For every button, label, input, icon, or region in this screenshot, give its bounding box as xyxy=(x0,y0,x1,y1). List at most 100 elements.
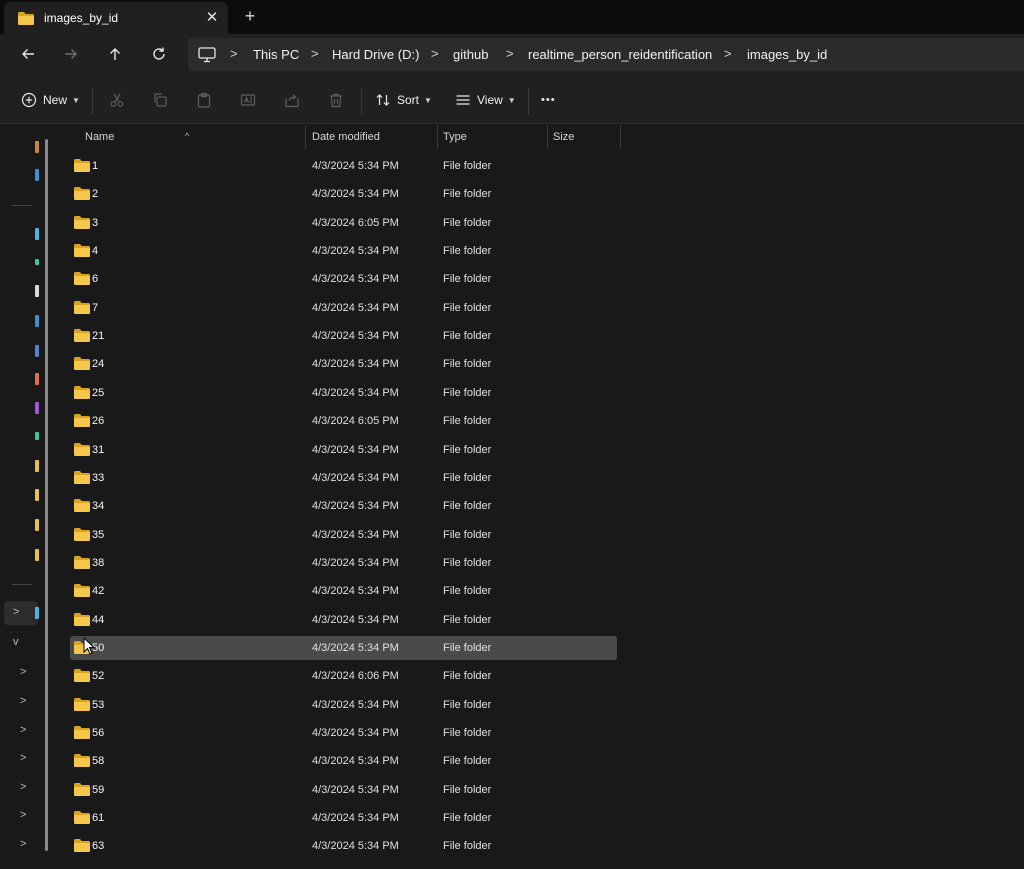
breadcrumb-realtime-person-reidentification[interactable]: realtime_person_reidentification xyxy=(528,47,712,62)
mouse-cursor-icon xyxy=(83,637,95,655)
chevron-right-icon[interactable]: > xyxy=(20,666,26,678)
quick-access-icon[interactable] xyxy=(35,228,39,240)
file-type: File folder xyxy=(443,500,492,513)
quick-access-icon[interactable] xyxy=(35,315,39,327)
breadcrumb-images-by-id[interactable]: images_by_id xyxy=(747,47,827,62)
back-button[interactable] xyxy=(15,42,41,66)
new-button[interactable]: New ▼ xyxy=(21,89,80,111)
file-date-modified: 4/3/2024 5:34 PM xyxy=(312,330,399,343)
column-divider[interactable] xyxy=(620,125,621,149)
column-header-type[interactable]: Type xyxy=(438,125,547,149)
file-name: 24 xyxy=(92,358,105,371)
file-date-modified: 4/3/2024 5:34 PM xyxy=(312,812,399,825)
file-row[interactable]: 58 4/3/2024 5:34 PM File folder xyxy=(70,749,617,773)
chevron-right-icon[interactable]: > xyxy=(20,695,26,707)
file-row[interactable]: 1 4/3/2024 5:34 PM File folder xyxy=(70,154,617,178)
file-date-modified: 4/3/2024 5:34 PM xyxy=(312,613,399,626)
file-date-modified: 4/3/2024 5:34 PM xyxy=(312,301,399,314)
file-row[interactable]: 61 4/3/2024 5:34 PM File folder xyxy=(70,806,617,830)
new-tab-button[interactable]: + xyxy=(240,6,260,26)
file-row[interactable]: 2 4/3/2024 5:34 PM File folder xyxy=(70,182,617,206)
column-header-date[interactable]: Date modified xyxy=(306,125,437,149)
more-options-button[interactable]: ••• xyxy=(541,89,556,111)
file-row[interactable]: 24 4/3/2024 5:34 PM File folder xyxy=(70,352,617,376)
sort-button[interactable]: Sort ▼ xyxy=(375,89,432,111)
file-row[interactable]: 44 4/3/2024 5:34 PM File folder xyxy=(70,608,617,632)
breadcrumb-separator: > xyxy=(724,46,732,61)
file-name: 44 xyxy=(92,613,105,626)
file-row[interactable]: 31 4/3/2024 5:34 PM File folder xyxy=(70,438,617,462)
file-name: 6 xyxy=(92,273,99,286)
breadcrumb-hard-drive[interactable]: Hard Drive (D:) xyxy=(332,47,419,62)
cut-button[interactable] xyxy=(107,90,127,110)
quick-access-icon[interactable] xyxy=(35,373,39,385)
quick-access-icon[interactable] xyxy=(35,259,39,265)
quick-access-icon[interactable] xyxy=(35,460,39,472)
quick-access-icon[interactable] xyxy=(35,402,39,414)
folder-icon xyxy=(74,697,90,711)
quick-access-icon[interactable] xyxy=(35,285,39,297)
column-header-size[interactable]: Size xyxy=(548,125,620,149)
quick-access-icon[interactable] xyxy=(35,519,39,531)
chevron-right-icon[interactable]: > xyxy=(20,838,26,850)
file-type: File folder xyxy=(443,415,492,428)
chevron-right-icon[interactable]: > xyxy=(13,606,19,618)
forward-button[interactable] xyxy=(58,42,84,66)
delete-button[interactable] xyxy=(326,90,346,110)
selected-nav-item[interactable] xyxy=(4,601,38,625)
address-bar[interactable]: > This PC > Hard Drive (D:) > github > r… xyxy=(188,38,1024,71)
folder-icon xyxy=(74,782,90,796)
file-row[interactable]: 52 4/3/2024 6:06 PM File folder xyxy=(70,664,617,688)
quick-access-icon[interactable] xyxy=(35,345,39,357)
up-button[interactable] xyxy=(102,42,128,66)
file-type: File folder xyxy=(443,783,492,796)
file-row[interactable]: 50 4/3/2024 5:34 PM File folder xyxy=(70,635,617,660)
quick-access-icon[interactable] xyxy=(35,169,39,181)
chevron-right-icon[interactable]: > xyxy=(20,724,26,736)
chevron-right-icon[interactable]: > xyxy=(20,752,26,764)
file-date-modified: 4/3/2024 5:34 PM xyxy=(312,273,399,286)
file-row[interactable]: 25 4/3/2024 5:34 PM File folder xyxy=(70,381,617,405)
view-button[interactable]: View ▼ xyxy=(455,89,516,111)
breadcrumb-this-pc[interactable]: This PC xyxy=(253,47,299,62)
tab-images-by-id[interactable]: images_by_id ✕ xyxy=(4,2,228,34)
refresh-button[interactable] xyxy=(146,42,172,66)
file-row[interactable]: 34 4/3/2024 5:34 PM File folder xyxy=(70,494,617,518)
column-header-name[interactable]: ^ Name xyxy=(55,125,305,149)
file-date-modified: 4/3/2024 5:34 PM xyxy=(312,755,399,768)
file-row[interactable]: 33 4/3/2024 5:34 PM File folder xyxy=(70,466,617,490)
file-row[interactable]: 6 4/3/2024 5:34 PM File folder xyxy=(70,267,617,291)
file-row[interactable]: 35 4/3/2024 5:34 PM File folder xyxy=(70,523,617,547)
clipboard-icon xyxy=(197,92,211,108)
rename-button[interactable] xyxy=(238,90,258,110)
file-row[interactable]: 56 4/3/2024 5:34 PM File folder xyxy=(70,721,617,745)
copy-button[interactable] xyxy=(150,90,170,110)
close-tab-icon[interactable]: ✕ xyxy=(202,8,222,28)
paste-button[interactable] xyxy=(194,90,214,110)
file-date-modified: 4/3/2024 5:34 PM xyxy=(312,245,399,258)
file-type: File folder xyxy=(443,160,492,172)
file-row[interactable]: 38 4/3/2024 5:34 PM File folder xyxy=(70,551,617,575)
this-pc-icon[interactable] xyxy=(35,607,39,619)
file-row[interactable]: 7 4/3/2024 5:34 PM File folder xyxy=(70,296,617,320)
chevron-right-icon[interactable]: > xyxy=(20,781,26,793)
file-row[interactable]: 3 4/3/2024 6:05 PM File folder xyxy=(70,211,617,235)
quick-access-icon[interactable] xyxy=(35,549,39,561)
file-row[interactable]: 4 4/3/2024 5:34 PM File folder xyxy=(70,239,617,263)
quick-access-icon[interactable] xyxy=(35,489,39,501)
file-row[interactable]: 26 4/3/2024 6:05 PM File folder xyxy=(70,409,617,433)
file-row[interactable]: 63 4/3/2024 5:34 PM File folder xyxy=(70,834,617,858)
file-row[interactable]: 21 4/3/2024 5:34 PM File folder xyxy=(70,324,617,348)
share-button[interactable] xyxy=(282,90,302,110)
folder-icon xyxy=(74,612,90,626)
file-row[interactable]: 42 4/3/2024 5:34 PM File folder xyxy=(70,579,617,603)
file-row[interactable]: 53 4/3/2024 5:34 PM File folder xyxy=(70,693,617,717)
sidebar-scrollbar[interactable] xyxy=(45,139,48,851)
chevron-down-icon[interactable]: v xyxy=(13,636,19,648)
file-row[interactable]: 59 4/3/2024 5:34 PM File folder xyxy=(70,778,617,802)
chevron-right-icon[interactable]: > xyxy=(20,809,26,821)
quick-access-icon[interactable] xyxy=(35,432,39,440)
breadcrumb-github[interactable]: github xyxy=(453,47,488,62)
quick-access-icon[interactable] xyxy=(35,141,39,153)
folder-icon xyxy=(74,442,90,456)
